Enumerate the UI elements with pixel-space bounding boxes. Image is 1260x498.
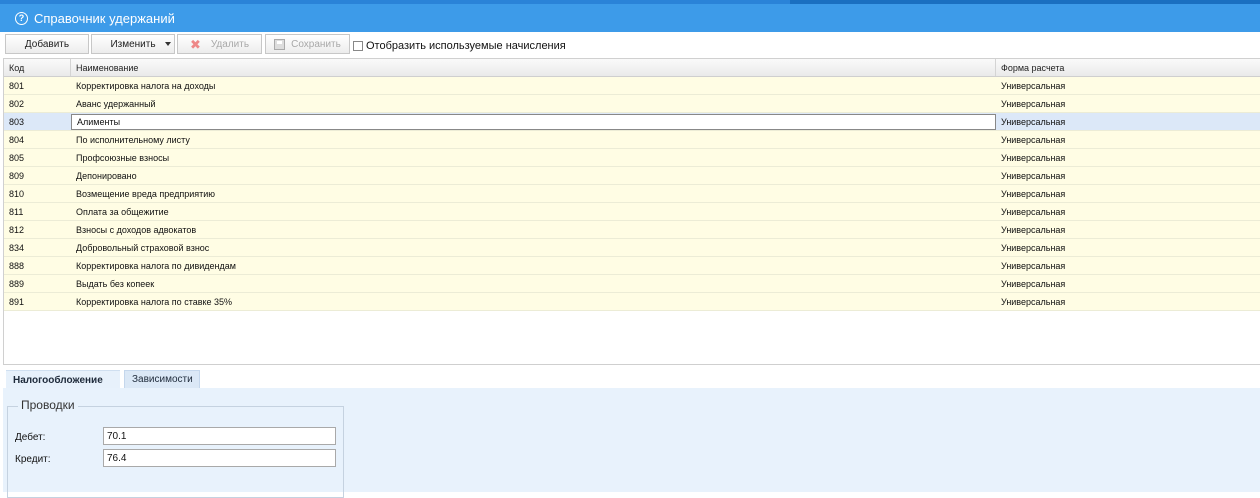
help-icon[interactable]: ? [15, 11, 28, 25]
row-name-cell[interactable]: Депонировано [71, 167, 996, 184]
show-used-toggle[interactable]: Отобразить используемые начисления [353, 40, 566, 52]
row-name-cell[interactable]: Аванс удержанный [71, 95, 996, 112]
row-form-cell[interactable]: Универсальная [996, 293, 1260, 310]
row-code-cell[interactable]: 801 [4, 77, 71, 94]
row-code-cell[interactable]: 809 [4, 167, 71, 184]
row-form-cell[interactable]: Универсальная [996, 203, 1260, 220]
row-form-cell[interactable]: Универсальная [996, 167, 1260, 184]
row-form-cell[interactable]: Универсальная [996, 221, 1260, 238]
table-row[interactable]: 803 Алименты Универсальная [4, 113, 1260, 131]
show-used-checkbox[interactable] [353, 41, 363, 51]
table-row[interactable]: 801 Корректировка налога на доходы Универс… [4, 77, 1260, 95]
toolbar: Добавить Изменить ✖ Удалить Сохранить [0, 32, 1260, 56]
row-form-cell[interactable]: Универсальная [996, 113, 1260, 130]
table-row[interactable]: 834 Добровольный страховой взнос Универсал… [4, 239, 1260, 257]
row-code-cell[interactable]: 888 [4, 257, 71, 274]
column-header-code[interactable]: Код [4, 59, 71, 76]
row-code-cell[interactable]: 891 [4, 293, 71, 310]
window-title: Справочник удержаний [34, 10, 175, 26]
table-row[interactable]: 812 Взносы с доходов адвокатов Универсальн… [4, 221, 1260, 239]
row-form-cell[interactable]: Универсальная [996, 131, 1260, 148]
row-form-cell[interactable]: Универсальная [996, 275, 1260, 292]
show-used-label: Отобразить используемые начисления [366, 40, 566, 52]
window-titlebar: ? Справочник удержаний [0, 4, 1260, 32]
row-code-cell[interactable]: 804 [4, 131, 71, 148]
row-name-cell[interactable]: Добровольный страховой взнос [71, 239, 996, 256]
row-name-cell[interactable]: Выдать без копеек [71, 275, 996, 292]
row-code-cell[interactable]: 802 [4, 95, 71, 112]
row-code-cell[interactable]: 812 [4, 221, 71, 238]
row-code-cell[interactable]: 834 [4, 239, 71, 256]
table-row[interactable]: 811 Оплата за общежитие Универсальная [4, 203, 1260, 221]
tab-bar: Налогообложение Зависимости [3, 364, 1260, 389]
row-name-cell[interactable]: Корректировка налога по дивидендам [71, 257, 996, 274]
table-row[interactable]: 888 Корректировка налога по дивидендам Уни… [4, 257, 1260, 275]
grid-header: Код Наименование Форма расчета [4, 59, 1260, 77]
table-row[interactable]: 805 Профсоюзные взносы Универсальная [4, 149, 1260, 167]
tab-taxation[interactable]: Налогообложение [6, 370, 120, 389]
chevron-down-icon[interactable] [165, 42, 171, 46]
row-name-cell[interactable]: Возмещение вреда предприятию [71, 185, 996, 202]
debit-label: Дебет: [15, 432, 46, 443]
delete-button[interactable]: ✖ Удалить [177, 34, 262, 54]
table-row[interactable]: 891 Корректировка налога по ставке 35% Уни… [4, 293, 1260, 311]
row-form-cell[interactable]: Универсальная [996, 149, 1260, 166]
table-row[interactable]: 810 Возмещение вреда предприятию Универсал… [4, 185, 1260, 203]
table-row[interactable]: 889 Выдать без копеек Универсальная [4, 275, 1260, 293]
taxation-panel: Проводки Дебет: 70.1 Кредит: 76.4 [3, 388, 1260, 498]
row-name-cell[interactable]: Взносы с доходов адвокатов [71, 221, 996, 238]
postings-legend: Проводки [18, 398, 78, 412]
row-code-cell[interactable]: 805 [4, 149, 71, 166]
postings-fieldset: Проводки Дебет: 70.1 Кредит: 76.4 [7, 398, 344, 498]
add-button-label: Добавить [24, 38, 70, 50]
table-row[interactable]: 802 Аванс удержанный Универсальная [4, 95, 1260, 113]
row-form-cell[interactable]: Универсальная [996, 95, 1260, 112]
delete-button-label: Удалить [210, 38, 250, 50]
row-code-cell[interactable]: 810 [4, 185, 71, 202]
row-name-cell[interactable]: Корректировка налога по ставке 35% [71, 293, 996, 310]
credit-label: Кредит: [15, 454, 51, 465]
deductions-grid: Код Наименование Форма расчета 801 Коррек… [3, 58, 1260, 364]
grid-body: 801 Корректировка налога на доходы Универс… [4, 77, 1260, 311]
row-form-cell[interactable]: Универсальная [996, 77, 1260, 94]
row-form-cell[interactable]: Универсальная [996, 257, 1260, 274]
credit-field[interactable]: 76.4 [103, 449, 336, 467]
edit-button-label: Изменить [110, 38, 156, 50]
row-name-cell[interactable]: Профсоюзные взносы [71, 149, 996, 166]
table-row[interactable]: 809 Депонировано Универсальная [4, 167, 1260, 185]
table-row[interactable]: 804 По исполнительному листу Универсальная [4, 131, 1260, 149]
debit-field[interactable]: 70.1 [103, 427, 336, 445]
row-name-cell[interactable]: По исполнительному листу [71, 131, 996, 148]
row-form-cell[interactable]: Универсальная [996, 239, 1260, 256]
add-button[interactable]: Добавить [5, 34, 89, 54]
row-name-cell[interactable]: Корректировка налога на доходы [71, 77, 996, 94]
tab-dependencies[interactable]: Зависимости [124, 370, 200, 389]
floppy-icon [274, 38, 286, 50]
save-button-label: Сохранить [291, 38, 341, 50]
row-name-cell[interactable]: Алименты [71, 114, 996, 130]
save-button[interactable]: Сохранить [265, 34, 350, 54]
row-form-cell[interactable]: Универсальная [996, 185, 1260, 202]
edit-button[interactable]: Изменить [91, 34, 175, 54]
row-name-cell[interactable]: Оплата за общежитие [71, 203, 996, 220]
row-code-cell[interactable]: 803 [4, 113, 71, 130]
column-header-name[interactable]: Наименование [71, 59, 996, 76]
x-icon: ✖ [189, 36, 201, 52]
row-code-cell[interactable]: 889 [4, 275, 71, 292]
column-header-form[interactable]: Форма расчета [996, 59, 1260, 76]
row-code-cell[interactable]: 811 [4, 203, 71, 220]
